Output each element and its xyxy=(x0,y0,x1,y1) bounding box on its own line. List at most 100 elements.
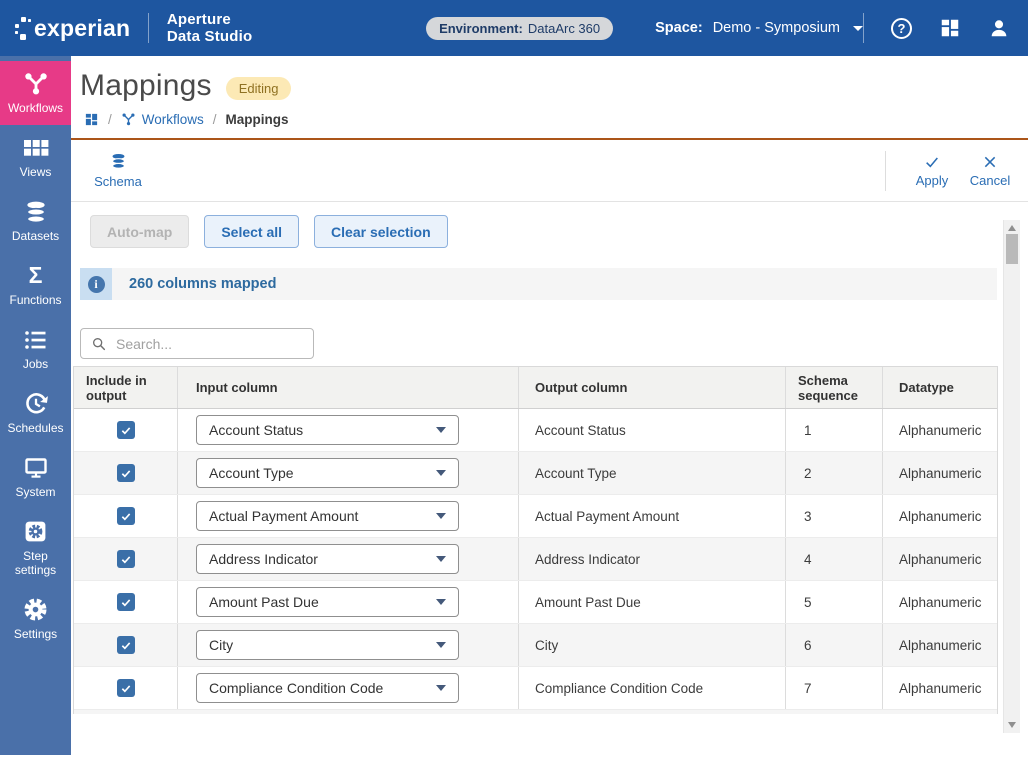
chevron-down-icon xyxy=(436,513,446,519)
breadcrumb-workflows-label: Workflows xyxy=(142,112,204,127)
table-row: Address IndicatorAddress Indicator4Alpha… xyxy=(74,538,997,581)
sigma-icon: Σ xyxy=(29,262,43,289)
scrollbar-up-arrow-icon[interactable] xyxy=(1008,225,1016,231)
sidebar-item-settings[interactable]: Settings xyxy=(0,587,71,651)
breadcrumb-home-button[interactable] xyxy=(84,112,99,127)
dropdown-selected-value: Account Type xyxy=(209,465,294,481)
sidebar-item-step-settings[interactable]: Step settings xyxy=(0,509,71,587)
chevron-down-icon xyxy=(436,470,446,476)
datatype-cell: Alphanumeric xyxy=(882,452,998,494)
input-column-dropdown[interactable]: Compliance Condition Code xyxy=(196,673,459,703)
sidebar-item-label: Datasets xyxy=(12,229,59,243)
space-label: Space: xyxy=(655,20,703,36)
dropdown-selected-value: Account Status xyxy=(209,422,303,438)
user-profile-button[interactable] xyxy=(988,17,1010,39)
top-header: experian Aperture Data Studio Environmen… xyxy=(0,0,1028,56)
space-selector[interactable]: Space: Demo - Symposium xyxy=(655,20,863,36)
sidebar-item-label: Workflows xyxy=(8,101,63,115)
schema-button[interactable]: Schema xyxy=(92,152,144,189)
output-column-cell: Account Status xyxy=(518,409,785,451)
logo-text: experian xyxy=(34,15,130,42)
header-actions: ? xyxy=(863,13,1010,43)
sidebar-item-label: Schedules xyxy=(7,421,63,435)
apply-button[interactable]: Apply xyxy=(906,154,958,188)
main-area: Mappings Editing / Workflows xyxy=(71,56,1028,761)
database-icon xyxy=(23,198,49,225)
include-checkbox[interactable] xyxy=(117,421,135,439)
input-column-dropdown[interactable]: Amount Past Due xyxy=(196,587,459,617)
input-column-cell: Amount Past Due xyxy=(177,581,518,623)
workflow-branch-icon xyxy=(23,70,49,97)
scrollbar-down-arrow-icon[interactable] xyxy=(1008,722,1016,728)
experian-logo: experian xyxy=(14,15,130,42)
chevron-down-icon xyxy=(436,427,446,433)
input-column-dropdown[interactable]: Account Status xyxy=(196,415,459,445)
input-column-cell: Actual Payment Amount xyxy=(177,495,518,537)
table-row: Actual Payment Amount Actual Payment Amou… xyxy=(74,495,997,538)
input-column-cell: Account Type xyxy=(177,452,518,494)
output-column-cell: Amount Past Due xyxy=(518,581,785,623)
input-column-cell: Compliance Condition Code xyxy=(177,667,518,709)
sidebar-item-schedules[interactable]: Schedules xyxy=(0,381,71,445)
status-badge: Editing xyxy=(226,77,292,100)
gear-square-icon xyxy=(23,518,48,545)
cancel-button[interactable]: Cancel xyxy=(964,154,1016,188)
toolbar: Schema Apply Cancel xyxy=(71,140,1028,202)
table-header-row: Include in output Input column Output co… xyxy=(74,367,997,409)
sidebar-item-label: Views xyxy=(20,165,52,179)
space-value: Demo - Symposium xyxy=(713,20,840,36)
breadcrumb-separator: / xyxy=(108,112,112,127)
sidebar-item-datasets[interactable]: Datasets xyxy=(0,189,71,253)
input-column-dropdown[interactable]: City xyxy=(196,630,459,660)
header-divider xyxy=(863,13,864,43)
help-button[interactable]: ? xyxy=(891,18,912,39)
include-checkbox[interactable] xyxy=(117,507,135,525)
input-column-dropdown[interactable]: Actual Payment Amount xyxy=(196,501,459,531)
breadcrumb-workflows-link[interactable]: Workflows xyxy=(121,112,204,127)
partial-row xyxy=(74,710,997,714)
input-column-dropdown[interactable]: Account Type xyxy=(196,458,459,488)
apps-grid-icon xyxy=(939,17,961,39)
column-header-include: Include in output xyxy=(74,367,177,408)
schema-sequence-cell: 1 xyxy=(785,409,882,451)
help-icon: ? xyxy=(898,21,906,36)
mappings-table-body: Account StatusAccount Status1Alphanumeri… xyxy=(74,409,997,710)
mappings-table: Include in output Input column Output co… xyxy=(73,366,998,714)
datatype-cell: Alphanumeric xyxy=(882,538,998,580)
dropdown-selected-value: Compliance Condition Code xyxy=(209,680,383,696)
include-checkbox[interactable] xyxy=(117,636,135,654)
include-checkbox[interactable] xyxy=(117,593,135,611)
search-box xyxy=(80,328,314,359)
clear-selection-button[interactable]: Clear selection xyxy=(314,215,448,248)
schema-sequence-cell: 2 xyxy=(785,452,882,494)
input-column-dropdown[interactable]: Address Indicator xyxy=(196,544,459,574)
sidebar-item-label: Functions xyxy=(9,293,61,307)
output-column-cell: Compliance Condition Code xyxy=(518,667,785,709)
sidebar-item-system[interactable]: System xyxy=(0,445,71,509)
include-checkbox[interactable] xyxy=(117,550,135,568)
output-column-cell: Actual Payment Amount xyxy=(518,495,785,537)
apps-grid-button[interactable] xyxy=(939,17,961,39)
scrollbar-thumb[interactable] xyxy=(1006,234,1018,264)
auto-map-button[interactable]: Auto-map xyxy=(90,215,189,248)
sidebar-item-workflows[interactable]: Workflows xyxy=(0,61,71,125)
chevron-down-icon xyxy=(436,642,446,648)
search-input[interactable] xyxy=(116,336,303,352)
include-cell xyxy=(74,409,177,451)
sidebar-item-functions[interactable]: Σ Functions xyxy=(0,253,71,317)
home-grid-icon xyxy=(84,112,99,127)
include-checkbox[interactable] xyxy=(117,464,135,482)
chevron-down-icon xyxy=(853,26,863,31)
select-all-button[interactable]: Select all xyxy=(204,215,299,248)
include-checkbox[interactable] xyxy=(117,679,135,697)
sidebar-item-views[interactable]: Views xyxy=(0,125,71,189)
table-row: Compliance Condition Code Compliance Cond… xyxy=(74,667,997,710)
brand-divider xyxy=(148,13,149,43)
vertical-scrollbar[interactable] xyxy=(1003,220,1020,733)
info-icon: i xyxy=(88,276,105,293)
sidebar-item-jobs[interactable]: Jobs xyxy=(0,317,71,381)
dropdown-selected-value: Actual Payment Amount xyxy=(209,508,358,524)
list-icon xyxy=(23,326,48,353)
output-column-cell: Account Type xyxy=(518,452,785,494)
schema-label: Schema xyxy=(94,174,142,189)
